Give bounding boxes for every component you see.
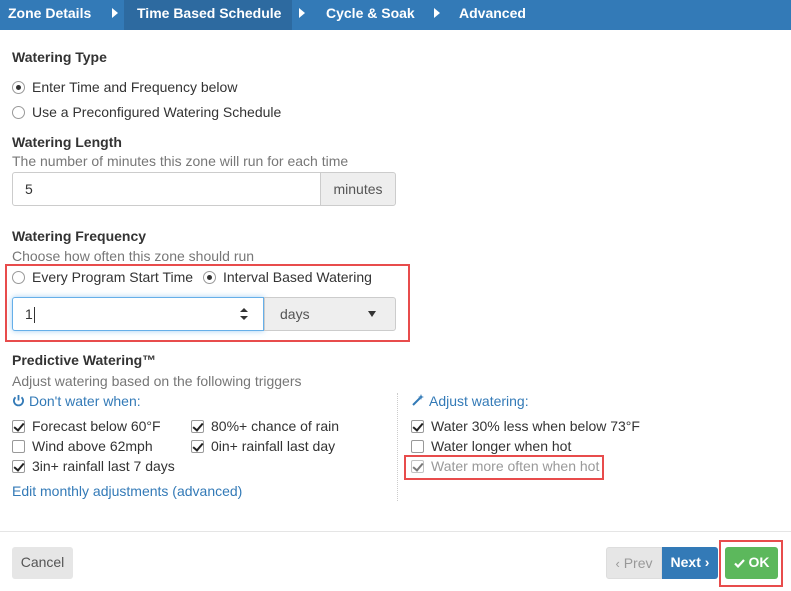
radio-enter-time-label[interactable]: Enter Time and Frequency below	[32, 79, 237, 95]
text-caret	[33, 307, 35, 324]
next-label: Next	[670, 554, 701, 570]
tab-label: Cycle & Soak	[326, 5, 415, 21]
watering-frequency-help: Choose how often this zone should run	[12, 248, 255, 264]
radio-preconfigured[interactable]	[12, 106, 25, 119]
chevron-left-icon: ‹	[615, 556, 620, 571]
tab-label: Zone Details	[8, 5, 92, 21]
ok-button[interactable]: OK	[725, 547, 778, 579]
chevron-right-icon	[299, 8, 305, 18]
radio-every-program-start[interactable]	[12, 271, 25, 284]
radio-interval-based[interactable]	[203, 271, 216, 284]
checkbox-wind-above[interactable]	[12, 440, 25, 453]
checkbox-rainfall-7-days[interactable]	[12, 460, 25, 473]
interval-value-text: 1	[25, 306, 33, 322]
edit-monthly-adjustments-link[interactable]: Edit monthly adjustments (advanced)	[12, 483, 242, 499]
checkbox-water-more-often-hot[interactable]	[411, 460, 424, 473]
checkbox-water-more-often-hot-label[interactable]: Water more often when hot	[431, 458, 599, 474]
watering-frequency-title: Watering Frequency	[12, 228, 147, 244]
watering-length-input[interactable]: 5	[12, 172, 321, 206]
chevron-right-icon: ›	[704, 554, 710, 570]
check-icon	[733, 559, 745, 569]
watering-type-title: Watering Type	[12, 49, 107, 65]
column-divider	[397, 393, 398, 501]
watering-length-title: Watering Length	[12, 134, 122, 150]
watering-length-help: The number of minutes this zone will run…	[12, 153, 349, 169]
checkbox-forecast-below[interactable]	[12, 420, 25, 433]
chevron-right-icon	[434, 8, 440, 18]
radio-every-program-start-label[interactable]: Every Program Start Time	[32, 269, 193, 285]
ok-label: OK	[748, 554, 770, 570]
chevron-right-icon	[112, 8, 118, 18]
checkbox-water-longer-hot-label[interactable]: Water longer when hot	[431, 438, 571, 454]
predictive-watering-title: Predictive Watering™	[12, 352, 157, 368]
minutes-addon: minutes	[320, 172, 396, 206]
interval-value-input[interactable]: 1	[12, 297, 264, 331]
checkbox-water-longer-hot[interactable]	[411, 440, 424, 453]
checkbox-water-less-cold[interactable]	[411, 420, 424, 433]
power-icon	[13, 395, 24, 407]
interval-unit-select[interactable]: days	[264, 297, 396, 331]
next-button[interactable]: Next ›	[662, 547, 718, 579]
spinner-arrows-icon[interactable]	[239, 307, 249, 321]
footer-divider	[0, 531, 791, 532]
checkbox-rainfall-last-day[interactable]	[191, 440, 204, 453]
checkbox-forecast-below-label[interactable]: Forecast below 60°F	[32, 418, 161, 434]
prev-button[interactable]: ‹ Prev	[606, 547, 662, 579]
wizard-tab-bar: Zone Details Time Based Schedule Cycle &…	[0, 0, 791, 30]
tab-cycle-soak[interactable]: Cycle & Soak	[326, 0, 415, 30]
tab-label: Time Based Schedule	[137, 5, 282, 21]
dont-water-header: Don't water when:	[29, 393, 141, 409]
magic-wand-icon	[412, 394, 424, 406]
caret-down-icon	[368, 311, 376, 317]
radio-interval-based-label[interactable]: Interval Based Watering	[223, 269, 372, 285]
tab-advanced[interactable]: Advanced	[459, 0, 526, 30]
cancel-button[interactable]: Cancel	[12, 547, 73, 579]
checkbox-rainfall-last-day-label[interactable]: 0in+ rainfall last day	[211, 438, 335, 454]
checkbox-rainfall-7-days-label[interactable]: 3in+ rainfall last 7 days	[32, 458, 175, 474]
interval-unit-value: days	[280, 306, 310, 322]
prev-label: Prev	[623, 555, 653, 571]
radio-enter-time[interactable]	[12, 81, 25, 94]
checkbox-chance-of-rain[interactable]	[191, 420, 204, 433]
tab-time-based-schedule[interactable]: Time Based Schedule	[124, 0, 292, 30]
checkbox-wind-above-label[interactable]: Wind above 62mph	[32, 438, 153, 454]
radio-preconfigured-label[interactable]: Use a Preconfigured Watering Schedule	[32, 104, 281, 120]
adjust-watering-header: Adjust watering:	[429, 393, 529, 409]
predictive-watering-help: Adjust watering based on the following t…	[12, 373, 302, 389]
checkbox-water-less-cold-label[interactable]: Water 30% less when below 73°F	[431, 418, 640, 434]
checkbox-chance-of-rain-label[interactable]: 80%+ chance of rain	[211, 418, 339, 434]
tab-zone-details[interactable]: Zone Details	[8, 0, 91, 30]
tab-label: Advanced	[459, 5, 526, 21]
